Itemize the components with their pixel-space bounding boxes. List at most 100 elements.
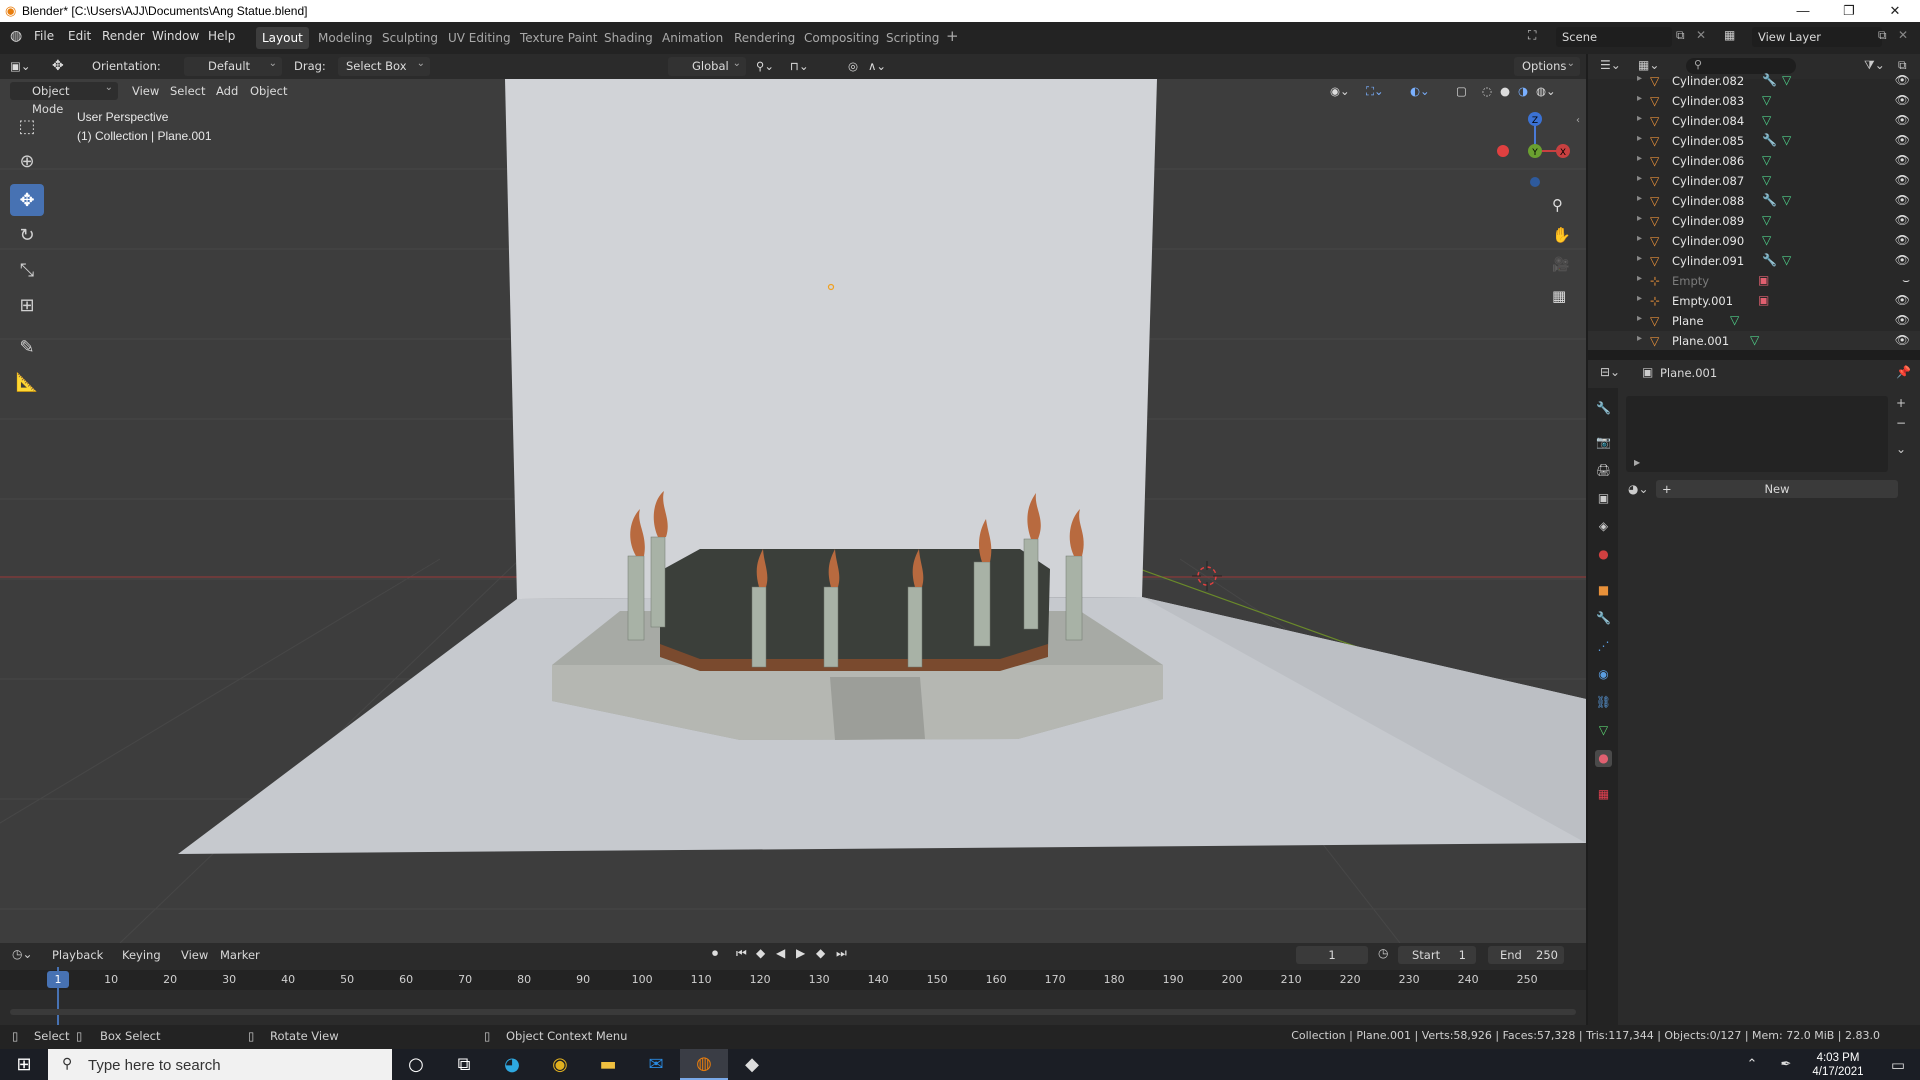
- outliner-item[interactable]: ▸ ▽ Cylinder.091 🔧 ▽ 👁: [1588, 251, 1920, 271]
- constraints-tab-icon[interactable]: ⛓: [1595, 694, 1612, 711]
- eye-icon[interactable]: 👁: [1895, 193, 1910, 207]
- mesh-data-icon[interactable]: ▽: [1782, 73, 1791, 87]
- rendered-shading-icon[interactable]: ◍⌄: [1536, 82, 1556, 100]
- outliner-item[interactable]: ▸ ⊹ Empty.001 ▣ 👁: [1588, 291, 1920, 311]
- transform-tool-icon[interactable]: ✥: [52, 57, 64, 76]
- pen-icon[interactable]: ✒: [1774, 1049, 1798, 1080]
- pivot-point-icon[interactable]: ⚲⌄: [756, 57, 774, 76]
- blender-taskbar-icon[interactable]: ◍: [680, 1049, 728, 1080]
- playhead-frame-badge[interactable]: 1: [47, 971, 69, 988]
- prev-keyframe-icon[interactable]: ◆: [756, 946, 765, 960]
- play-icon[interactable]: ▶: [796, 946, 805, 960]
- solid-shading-icon[interactable]: ●: [1500, 82, 1510, 100]
- browse-material-icon[interactable]: ◕⌄: [1628, 482, 1649, 496]
- xray-icon[interactable]: ▢: [1456, 82, 1467, 100]
- menu-file[interactable]: File: [34, 29, 54, 43]
- display-mode-icon[interactable]: ▦⌄: [1638, 58, 1659, 72]
- playback-menu[interactable]: Playback: [52, 948, 103, 962]
- expand-chevron-icon[interactable]: ▸: [1637, 213, 1642, 224]
- wireframe-shading-icon[interactable]: ◌: [1482, 82, 1492, 100]
- outliner-item[interactable]: ▸ ▽ Cylinder.090 ▽ 👁: [1588, 231, 1920, 251]
- eye-icon[interactable]: 👁: [1895, 253, 1910, 267]
- outliner-item[interactable]: ▸ ▽ Cylinder.086 ▽ 👁: [1588, 151, 1920, 171]
- eye-icon[interactable]: 👁: [1895, 73, 1910, 87]
- next-keyframe-icon[interactable]: ◆: [816, 946, 825, 960]
- remove-slot-icon[interactable]: −: [1896, 416, 1906, 430]
- record-icon[interactable]: ⏺: [712, 946, 718, 961]
- tab-sculpting[interactable]: Sculpting: [376, 27, 444, 49]
- mail-icon[interactable]: ✉: [632, 1049, 680, 1080]
- editor-type-icon[interactable]: ▣⌄: [10, 57, 31, 76]
- options-dropdown[interactable]: Options: [1514, 54, 1580, 76]
- tab-uv-editing[interactable]: UV Editing: [442, 27, 517, 49]
- overlay-toggle-icon[interactable]: ◐⌄: [1410, 82, 1430, 100]
- scale-tool-icon[interactable]: ⤡: [10, 254, 44, 286]
- world-tab-icon[interactable]: ●: [1595, 546, 1612, 563]
- marker-menu[interactable]: Marker: [220, 948, 260, 962]
- hidden-eye-icon[interactable]: ⌣: [1902, 273, 1910, 288]
- collapse-sidebar-icon[interactable]: ‹: [1576, 115, 1580, 126]
- tab-compositing[interactable]: Compositing: [798, 27, 885, 49]
- gizmo-neg-x[interactable]: [1497, 145, 1509, 157]
- eye-icon[interactable]: 👁: [1895, 173, 1910, 187]
- mesh-data-icon[interactable]: ▽: [1762, 213, 1771, 227]
- eye-icon[interactable]: 👁: [1895, 333, 1910, 347]
- cortana-icon[interactable]: ○: [392, 1049, 440, 1080]
- tab-scripting[interactable]: Scripting: [880, 27, 945, 49]
- outliner-item[interactable]: ▸ ▽ Cylinder.088 🔧 ▽ 👁: [1588, 191, 1920, 211]
- expand-chevron-icon[interactable]: ▸: [1637, 113, 1642, 124]
- jump-start-icon[interactable]: ⏮: [736, 946, 747, 961]
- add-workspace-icon[interactable]: +: [946, 27, 959, 45]
- mesh-data-icon[interactable]: ▽: [1782, 133, 1791, 147]
- file-explorer-icon[interactable]: ▬: [584, 1049, 632, 1080]
- tab-layout[interactable]: Layout: [256, 27, 309, 49]
- notifications-icon[interactable]: ▭: [1876, 1049, 1920, 1080]
- tab-rendering[interactable]: Rendering: [728, 27, 801, 49]
- drag-dropdown[interactable]: Select Box: [338, 54, 430, 76]
- pin-icon[interactable]: 📌: [1896, 365, 1911, 379]
- menu-help[interactable]: Help: [208, 29, 235, 43]
- camera-view-icon[interactable]: 🎥: [1552, 257, 1569, 273]
- expand-chevron-icon[interactable]: ▸: [1637, 93, 1642, 104]
- expand-chevron-icon[interactable]: ▸: [1637, 253, 1642, 264]
- modifier-wrench-icon[interactable]: 🔧: [1762, 133, 1777, 147]
- material-slot-list[interactable]: [1626, 396, 1888, 472]
- proportional-edit-icon[interactable]: ◎: [848, 57, 858, 76]
- tab-texture-paint[interactable]: Texture Paint: [514, 27, 603, 49]
- transform-tool-icon[interactable]: ⊞: [10, 289, 44, 321]
- start-frame-field[interactable]: Start 1: [1398, 946, 1476, 964]
- mesh-data-icon[interactable]: ▽: [1762, 173, 1771, 187]
- expand-chevron-icon[interactable]: ▸: [1637, 333, 1642, 344]
- tab-shading[interactable]: Shading: [598, 27, 659, 49]
- data-tab-icon[interactable]: ▽: [1595, 722, 1612, 739]
- expand-chevron-icon[interactable]: ▸: [1637, 173, 1642, 184]
- mesh-data-icon[interactable]: ▽: [1782, 253, 1791, 267]
- expand-chevron-icon[interactable]: ▸: [1637, 273, 1642, 284]
- navigation-gizmo[interactable]: Z Y X: [1480, 104, 1586, 214]
- outliner-item[interactable]: ▸ ▽ Cylinder.083 ▽ 👁: [1588, 91, 1920, 111]
- slot-specials-icon[interactable]: ⌄: [1896, 442, 1906, 456]
- restore-icon[interactable]: ❐: [1826, 0, 1872, 22]
- measure-tool-icon[interactable]: 📐: [10, 366, 44, 398]
- outliner-item[interactable]: ▸ ⊹ Empty ▣ ⌣: [1588, 271, 1920, 291]
- end-frame-field[interactable]: End 250: [1488, 946, 1564, 964]
- expand-chevron-icon[interactable]: ▸: [1637, 133, 1642, 144]
- particles-tab-icon[interactable]: ⋰: [1595, 638, 1612, 655]
- outliner-editor-type-icon[interactable]: ☰⌄: [1600, 58, 1621, 72]
- add-slot-icon[interactable]: +: [1896, 396, 1906, 410]
- pan-hand-icon[interactable]: ✋: [1552, 226, 1571, 244]
- mesh-data-icon[interactable]: ▽: [1762, 233, 1771, 247]
- modifier-tab-icon[interactable]: 🔧: [1595, 610, 1612, 627]
- snap-icon[interactable]: ⊓⌄: [790, 57, 809, 76]
- visibility-icon[interactable]: ◉⌄: [1330, 82, 1350, 100]
- cursor-tool-icon[interactable]: ⊕: [10, 145, 44, 177]
- rotate-tool-icon[interactable]: ↻: [10, 219, 44, 251]
- slot-expand-icon[interactable]: ▶: [1634, 458, 1640, 467]
- modifier-wrench-icon[interactable]: 🔧: [1762, 73, 1777, 87]
- eye-icon[interactable]: 👁: [1895, 113, 1910, 127]
- output-tab-icon[interactable]: 🖨: [1595, 462, 1612, 479]
- keying-menu[interactable]: Keying: [122, 948, 161, 962]
- blender-menu-icon[interactable]: ◍: [10, 28, 22, 44]
- menu-view[interactable]: View: [132, 82, 159, 100]
- expand-chevron-icon[interactable]: ▸: [1637, 293, 1642, 304]
